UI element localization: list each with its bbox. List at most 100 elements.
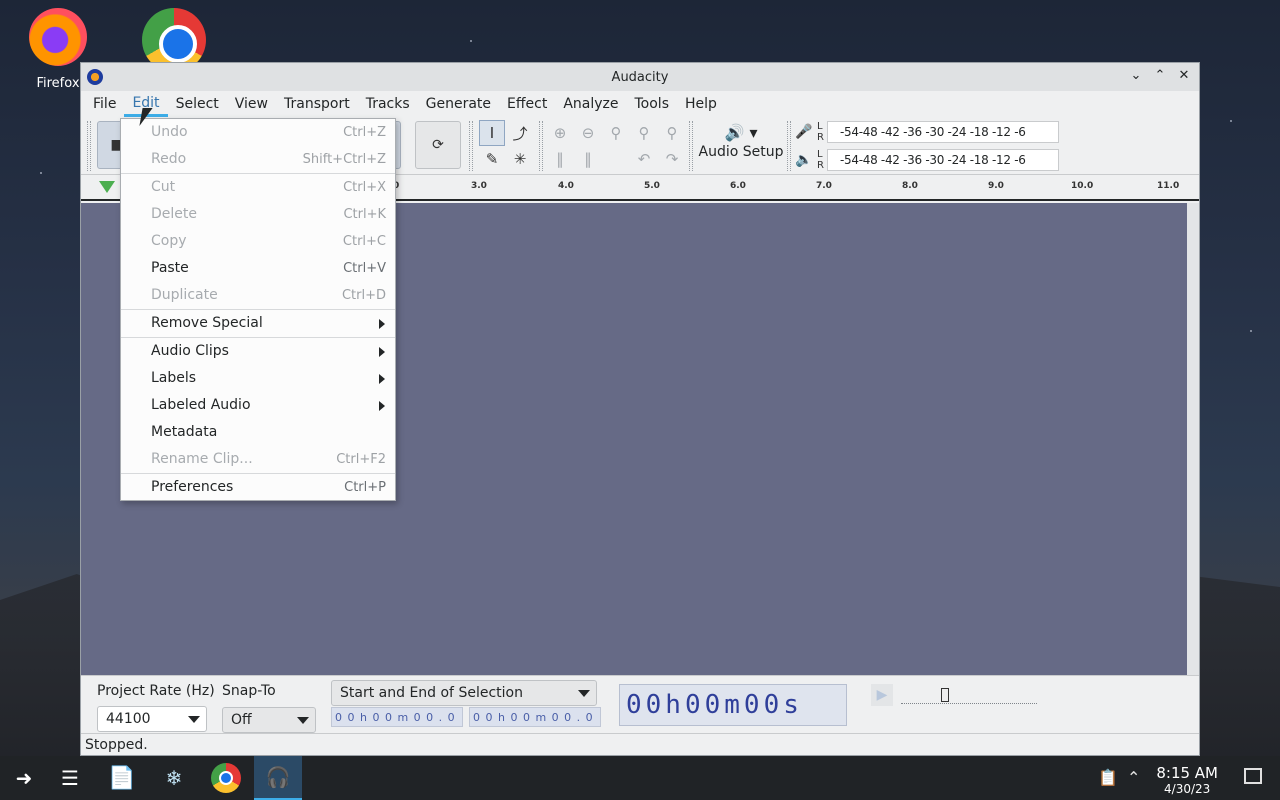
multi-tool-icon[interactable]: ✳ bbox=[507, 146, 533, 172]
menu-item-redo[interactable]: Redo Shift+Ctrl+Z bbox=[121, 146, 395, 173]
zoom-toggle-icon[interactable]: ⚲ bbox=[659, 120, 685, 146]
maximize-button[interactable]: ⌃ bbox=[1151, 67, 1169, 85]
wallpaper-star bbox=[1230, 120, 1232, 122]
ruler-tick: 4.0 bbox=[558, 181, 574, 191]
menu-item-labeled-audio[interactable]: Labeled Audio bbox=[121, 392, 395, 419]
menu-item-duplicate[interactable]: Duplicate Ctrl+D bbox=[121, 282, 395, 309]
playback-speed-slider[interactable] bbox=[901, 686, 1037, 704]
slider-thumb[interactable] bbox=[941, 688, 949, 702]
loop-button[interactable]: ⟳ bbox=[415, 121, 461, 169]
show-desktop-icon[interactable] bbox=[1244, 768, 1262, 784]
menu-item-metadata[interactable]: Metadata bbox=[121, 419, 395, 446]
toolbar-grip[interactable] bbox=[689, 121, 693, 171]
submenu-arrow-icon bbox=[379, 374, 385, 384]
audacity-taskbar-icon[interactable]: 🎧 bbox=[254, 756, 302, 800]
submenu-arrow-icon bbox=[379, 347, 385, 357]
selection-start-time[interactable]: 0 0 h 0 0 m 0 0 . 0 0 s bbox=[331, 707, 463, 744]
draw-tool-icon[interactable]: ✎ bbox=[479, 146, 505, 172]
silence-icon[interactable]: ‖ bbox=[575, 146, 601, 172]
ruler-tick: 6.0 bbox=[730, 181, 746, 191]
clipboard-icon[interactable]: 📋 bbox=[1098, 768, 1118, 787]
snap-to-combo[interactable]: Off bbox=[222, 707, 316, 733]
ruler-tick: 7.0 bbox=[816, 181, 832, 191]
fit-project-icon[interactable]: ⚲ bbox=[631, 120, 657, 146]
undo-icon[interactable]: ↶ bbox=[631, 146, 657, 172]
taskbar: ➜ ☰ 📄 ❄ 🎧 📋 ⌃ 8:15 AM 4/30/23 bbox=[0, 756, 1280, 800]
ruler-tick: 9.0 bbox=[988, 181, 1004, 191]
file-manager-icon[interactable]: 📄 bbox=[98, 756, 146, 800]
menu-item-delete[interactable]: Delete Ctrl+K bbox=[121, 201, 395, 228]
playback-meter-scale[interactable]: -54-48 -42 -36 -30 -24 -18 -12 -6 bbox=[827, 149, 1059, 171]
audio-setup-button[interactable]: 🔊 ▾ Audio Setup bbox=[697, 119, 785, 173]
menu-item-audio-clips[interactable]: Audio Clips bbox=[121, 338, 395, 365]
title-bar[interactable]: Audacity ⌄ ⌃ ✕ bbox=[81, 63, 1199, 91]
selection-mode-combo[interactable]: Start and End of Selection bbox=[331, 680, 597, 706]
ruler-tick: 3.0 bbox=[471, 181, 487, 191]
menu-effect[interactable]: Effect bbox=[499, 91, 555, 117]
chevron-down-icon bbox=[297, 717, 309, 724]
envelope-tool-icon[interactable]: ⤴ bbox=[507, 120, 533, 146]
menu-tracks[interactable]: Tracks bbox=[358, 91, 418, 117]
redo-icon[interactable]: ↷ bbox=[659, 146, 685, 172]
ruler-tick: 5.0 bbox=[644, 181, 660, 191]
menu-item-rename-clip[interactable]: Rename Clip... Ctrl+F2 bbox=[121, 446, 395, 473]
snap-to-label: Snap-To bbox=[222, 683, 276, 699]
zoom-in-icon[interactable]: ⊕ bbox=[547, 120, 573, 146]
menu-generate[interactable]: Generate bbox=[418, 91, 499, 117]
zoom-out-icon[interactable]: ⊖ bbox=[575, 120, 601, 146]
audio-position-display[interactable]: 00h00m00s bbox=[619, 684, 847, 726]
speaker-icon: 🔊 ▾ bbox=[724, 123, 758, 142]
play-at-speed-button[interactable]: ▶ bbox=[871, 684, 893, 706]
menu-item-paste[interactable]: Paste Ctrl+V bbox=[121, 255, 395, 282]
project-rate-value: 44100 bbox=[106, 711, 151, 727]
discover-store-icon[interactable]: ❄ bbox=[150, 756, 198, 800]
menu-help[interactable]: Help bbox=[677, 91, 725, 117]
minimize-button[interactable]: ⌄ bbox=[1127, 67, 1145, 85]
menu-view[interactable]: View bbox=[227, 91, 276, 117]
project-rate-label: Project Rate (Hz) bbox=[97, 683, 215, 699]
ruler-tick: 8.0 bbox=[902, 181, 918, 191]
clock[interactable]: 8:15 AM 4/30/23 bbox=[1156, 764, 1218, 796]
close-button[interactable]: ✕ bbox=[1175, 67, 1193, 85]
toolbar-grip[interactable] bbox=[469, 121, 473, 171]
vertical-scrollbar[interactable] bbox=[1187, 203, 1199, 675]
project-rate-combo[interactable]: 44100 bbox=[97, 706, 207, 732]
menu-tools[interactable]: Tools bbox=[627, 91, 678, 117]
toolbar-grip[interactable] bbox=[87, 121, 91, 171]
chevron-down-icon bbox=[578, 690, 590, 697]
clock-date: 4/30/23 bbox=[1164, 782, 1211, 796]
play-head-triangle-icon[interactable] bbox=[99, 181, 115, 193]
trim-icon[interactable]: ‖ bbox=[547, 146, 573, 172]
menu-file[interactable]: File bbox=[85, 91, 124, 117]
chevron-up-icon[interactable]: ⌃ bbox=[1127, 768, 1140, 787]
selection-tool-icon[interactable]: I bbox=[479, 120, 505, 146]
menu-item-cut[interactable]: Cut Ctrl+X bbox=[121, 174, 395, 201]
playback-meter[interactable]: 🔈 LR -54-48 -42 -36 -30 -24 -18 -12 -6 bbox=[791, 147, 1059, 173]
menu-item-copy[interactable]: Copy Ctrl+C bbox=[121, 228, 395, 255]
fit-selection-icon[interactable]: ⚲ bbox=[603, 120, 629, 146]
audacity-app-icon bbox=[87, 69, 103, 85]
menu-item-labels[interactable]: Labels bbox=[121, 365, 395, 392]
menu-item-undo[interactable]: Undo Ctrl+Z bbox=[121, 119, 395, 146]
submenu-arrow-icon bbox=[379, 401, 385, 411]
ruler-tick: 10.0 bbox=[1071, 181, 1094, 191]
menu-item-preferences[interactable]: Preferences Ctrl+P bbox=[121, 474, 395, 501]
selection-mode-value: Start and End of Selection bbox=[340, 685, 523, 701]
record-meter-scale[interactable]: -54-48 -42 -36 -30 -24 -18 -12 -6 bbox=[827, 121, 1059, 143]
menu-analyze[interactable]: Analyze bbox=[555, 91, 626, 117]
menu-select[interactable]: Select bbox=[168, 91, 227, 117]
chrome-taskbar-icon[interactable] bbox=[202, 756, 250, 800]
system-settings-icon[interactable]: ☰ bbox=[46, 756, 94, 800]
microphone-icon[interactable]: 🎤 bbox=[791, 124, 817, 140]
record-meter[interactable]: 🎤 LR -54-48 -42 -36 -30 -24 -18 -12 -6 bbox=[791, 119, 1059, 145]
speaker-icon[interactable]: 🔈 bbox=[791, 152, 817, 168]
wallpaper-star bbox=[470, 40, 472, 42]
menu-item-remove-special[interactable]: Remove Special bbox=[121, 310, 395, 337]
menu-transport[interactable]: Transport bbox=[276, 91, 358, 117]
app-launcher-icon[interactable]: ➜ bbox=[0, 756, 48, 800]
toolbar-grip[interactable] bbox=[539, 121, 543, 171]
firefox-icon bbox=[29, 8, 87, 66]
selection-end-time[interactable]: 0 0 h 0 0 m 0 0 . 0 0 s bbox=[469, 707, 601, 744]
record-meter-channels: LR bbox=[817, 121, 824, 143]
clock-time: 8:15 AM bbox=[1156, 764, 1218, 782]
